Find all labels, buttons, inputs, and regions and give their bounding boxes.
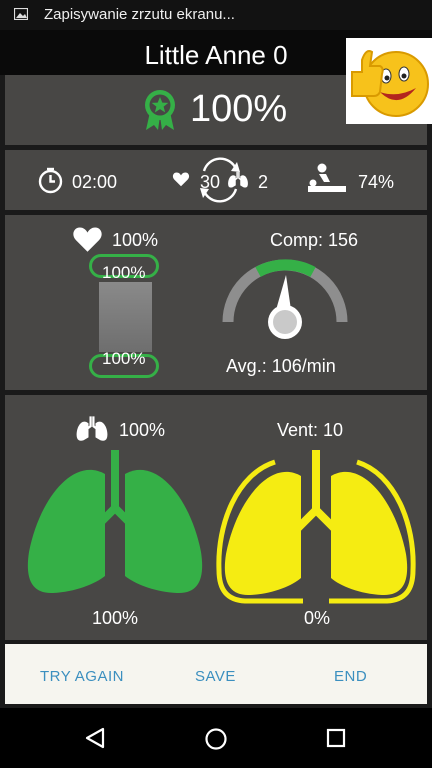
lungs-icon — [228, 171, 248, 188]
navigation-bar — [0, 708, 432, 768]
try-again-button[interactable]: TRY AGAIN — [40, 668, 124, 685]
rate-gauge — [222, 259, 348, 339]
score-value: 100% — [190, 88, 288, 130]
award-badge-icon — [145, 90, 175, 130]
ventilation-count: Vent: 10 — [277, 420, 344, 440]
heart-icon — [73, 227, 102, 252]
stopwatch-icon — [38, 167, 63, 194]
compression-count: Comp: 156 — [270, 230, 359, 250]
time-value: 02:00 — [72, 172, 118, 192]
thumbs-up-emoji-image — [346, 38, 432, 124]
compressions-cycle-value: 30 — [200, 172, 221, 192]
right-lung-graphic — [216, 450, 416, 604]
right-lung-percent: 0% — [304, 608, 331, 628]
cpr-person-icon — [308, 163, 346, 192]
ventilation-overall: 100% — [119, 420, 166, 440]
save-button[interactable]: SAVE — [195, 668, 236, 685]
average-rate: Avg.: 106/min — [226, 356, 336, 376]
compressions-overall: 100% — [112, 230, 159, 250]
depth-percent: 100% — [102, 349, 146, 368]
compressions-panel — [5, 215, 427, 390]
image-icon — [14, 8, 28, 20]
flow-fraction-value: 74% — [358, 172, 395, 192]
left-lung-graphic — [27, 450, 203, 594]
heart-icon — [172, 172, 190, 187]
back-icon[interactable] — [84, 727, 106, 749]
ventilations-cycle-value: 2 — [258, 172, 269, 192]
thumbs-up-smiley-icon — [351, 50, 429, 117]
left-lung-percent: 100% — [92, 608, 139, 628]
depth-bar — [99, 282, 152, 352]
home-icon[interactable] — [204, 727, 228, 751]
end-button[interactable]: END — [334, 668, 367, 685]
status-notification: Zapisywanie zrzutu ekranu... — [44, 6, 235, 23]
status-bar: Zapisywanie zrzutu ekranu... — [0, 0, 432, 30]
recent-apps-icon[interactable] — [326, 728, 346, 748]
release-percent: 100% — [102, 263, 146, 282]
lungs-icon — [76, 416, 108, 441]
